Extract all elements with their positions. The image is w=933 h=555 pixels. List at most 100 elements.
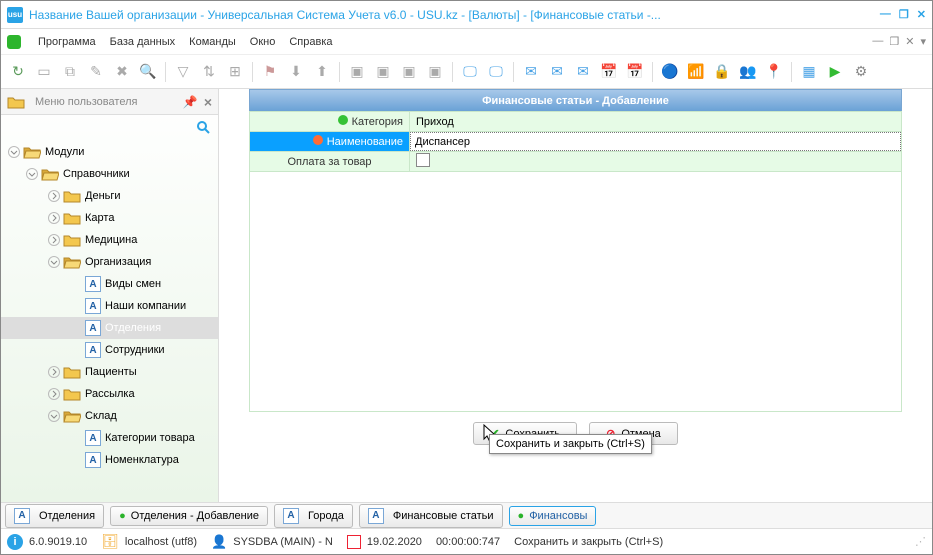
- info-icon: i: [7, 534, 23, 550]
- status-hint: Сохранить и закрыть (Ctrl+S): [514, 536, 663, 548]
- tb-filter-icon[interactable]: ▽: [172, 61, 194, 83]
- database-icon: 🗄: [101, 533, 119, 550]
- form-blank-area: [249, 172, 902, 412]
- name-input[interactable]: [410, 132, 901, 151]
- tb-refresh-icon[interactable]: ↻: [7, 61, 29, 83]
- tb-edit-icon[interactable]: ✎: [85, 61, 107, 83]
- field-category-label: Категория: [250, 112, 410, 132]
- tree-cat-goods[interactable]: AКатегории товара: [1, 427, 218, 449]
- tb-screen-icon[interactable]: 🖵: [459, 61, 481, 83]
- required-icon: [313, 135, 323, 145]
- main-toolbar: ↻ ▭ ⧉ ✎ ✖ 🔍 ▽ ⇅ ⊞ ⚑ ⬇ ⬆ ▣ ▣ ▣ ▣ 🖵 🖵 ✉ ✉ …: [1, 55, 932, 89]
- status-user: SYSDBA (MAIN) - N: [233, 536, 333, 548]
- tree-companies[interactable]: AНаши компании: [1, 295, 218, 317]
- search-icon: [196, 120, 210, 134]
- menu-indicator-icon: [7, 35, 21, 49]
- tb-rss-icon[interactable]: 📶: [685, 61, 707, 83]
- field-name-label: Наименование: [250, 132, 410, 152]
- mdi-dropdown[interactable]: ▾: [920, 35, 926, 48]
- menu-database[interactable]: База данных: [110, 36, 176, 48]
- sidebar-title: Меню пользователя: [35, 96, 177, 108]
- pin-icon[interactable]: 📌: [183, 95, 198, 109]
- tb-color-icon[interactable]: 🔵: [659, 61, 681, 83]
- status-host: localhost (utf8): [125, 536, 197, 548]
- tb-map-icon[interactable]: 📍: [763, 61, 785, 83]
- field-payment-label: Оплата за товар: [250, 152, 410, 172]
- payment-checkbox[interactable]: [416, 153, 430, 167]
- tb-screen2-icon[interactable]: 🖵: [485, 61, 507, 83]
- tb-calendar2-icon[interactable]: 📅: [624, 61, 646, 83]
- tab-fin-articles[interactable]: AФинансовые статьи: [359, 504, 503, 528]
- tb-export-icon[interactable]: ⬆: [311, 61, 333, 83]
- resize-grip-icon[interactable]: ⋰: [915, 535, 926, 548]
- tree-patients[interactable]: Пациенты: [1, 361, 218, 383]
- menu-help[interactable]: Справка: [289, 36, 332, 48]
- tree-money[interactable]: Деньги: [1, 185, 218, 207]
- tree-warehouse[interactable]: Склад: [1, 405, 218, 427]
- tb-window1-icon[interactable]: ▣: [346, 61, 368, 83]
- field-payment-value[interactable]: [410, 152, 902, 172]
- plus-icon: ●: [119, 510, 126, 522]
- menu-program[interactable]: Программа: [38, 36, 96, 48]
- close-button[interactable]: ✕: [917, 8, 926, 21]
- tree-mailing[interactable]: Рассылка: [1, 383, 218, 405]
- calendar-icon: [347, 535, 361, 549]
- mdi-restore[interactable]: ❐: [889, 35, 899, 48]
- status-time: 00:00:00:747: [436, 536, 500, 548]
- tb-window3-icon[interactable]: ▣: [398, 61, 420, 83]
- field-name-value[interactable]: [410, 132, 902, 152]
- tb-grid-icon[interactable]: ▦: [798, 61, 820, 83]
- folder-icon: [7, 95, 25, 109]
- tree-refs[interactable]: Справочники: [1, 163, 218, 185]
- menu-window[interactable]: Окно: [250, 36, 276, 48]
- tree-modules[interactable]: Модули: [1, 141, 218, 163]
- tb-window4-icon[interactable]: ▣: [424, 61, 446, 83]
- sidebar-close[interactable]: ×: [204, 94, 212, 110]
- plus-icon: ●: [518, 510, 525, 522]
- tab-departments[interactable]: AОтделения: [5, 504, 104, 528]
- tab-departments-add[interactable]: ●Отделения - Добавление: [110, 506, 268, 526]
- tb-play-icon[interactable]: ▶: [824, 61, 846, 83]
- tb-window2-icon[interactable]: ▣: [372, 61, 394, 83]
- tree-medicine[interactable]: Медицина: [1, 229, 218, 251]
- sidebar-search[interactable]: [1, 115, 218, 139]
- tb-calendar-icon[interactable]: 📅: [598, 61, 620, 83]
- window-title: Название Вашей организации - Универсальн…: [29, 8, 880, 22]
- tb-sms-icon[interactable]: ✉: [546, 61, 568, 83]
- nav-tree: Модули Справочники Деньги Карта Медицина…: [1, 139, 218, 502]
- tb-chat-icon[interactable]: ✉: [572, 61, 594, 83]
- tb-users-icon[interactable]: 👥: [737, 61, 759, 83]
- tb-tree-icon[interactable]: ⊞: [224, 61, 246, 83]
- mdi-close[interactable]: ✕: [905, 35, 914, 48]
- tree-departments[interactable]: AОтделения: [1, 317, 218, 339]
- tb-import-icon[interactable]: ⬇: [285, 61, 307, 83]
- tb-lock-icon[interactable]: 🔒: [711, 61, 733, 83]
- tb-mail-icon[interactable]: ✉: [520, 61, 542, 83]
- status-version: 6.0.9019.10: [29, 536, 87, 548]
- tb-delete-icon[interactable]: ✖: [111, 61, 133, 83]
- app-icon: usu: [7, 7, 23, 23]
- tb-sort-icon[interactable]: ⇅: [198, 61, 220, 83]
- maximize-button[interactable]: ❐: [899, 8, 909, 21]
- form-header: Финансовые статьи - Добавление: [249, 89, 902, 111]
- save-tooltip: Сохранить и закрыть (Ctrl+S): [489, 434, 652, 454]
- tb-copy-icon[interactable]: ⧉: [59, 61, 81, 83]
- tree-nomenclature[interactable]: AНоменклатура: [1, 449, 218, 471]
- field-category-value[interactable]: Приход: [410, 112, 902, 132]
- status-date: 19.02.2020: [367, 536, 422, 548]
- tree-card[interactable]: Карта: [1, 207, 218, 229]
- tab-fin-articles-add[interactable]: ●Финансовы: [509, 506, 597, 526]
- tb-flag-icon[interactable]: ⚑: [259, 61, 281, 83]
- tree-shifts[interactable]: AВиды смен: [1, 273, 218, 295]
- required-icon: [338, 115, 348, 125]
- tab-cities[interactable]: AГорода: [274, 504, 353, 528]
- tb-new-icon[interactable]: ▭: [33, 61, 55, 83]
- mdi-minimize[interactable]: —: [872, 35, 883, 48]
- tb-settings-icon[interactable]: ⚙: [850, 61, 872, 83]
- tree-employees[interactable]: AСотрудники: [1, 339, 218, 361]
- tree-org[interactable]: Организация: [1, 251, 218, 273]
- tb-search-icon[interactable]: 🔍: [137, 61, 159, 83]
- user-icon: 👤: [211, 534, 227, 550]
- menu-commands[interactable]: Команды: [189, 36, 236, 48]
- minimize-button[interactable]: —: [880, 8, 891, 21]
